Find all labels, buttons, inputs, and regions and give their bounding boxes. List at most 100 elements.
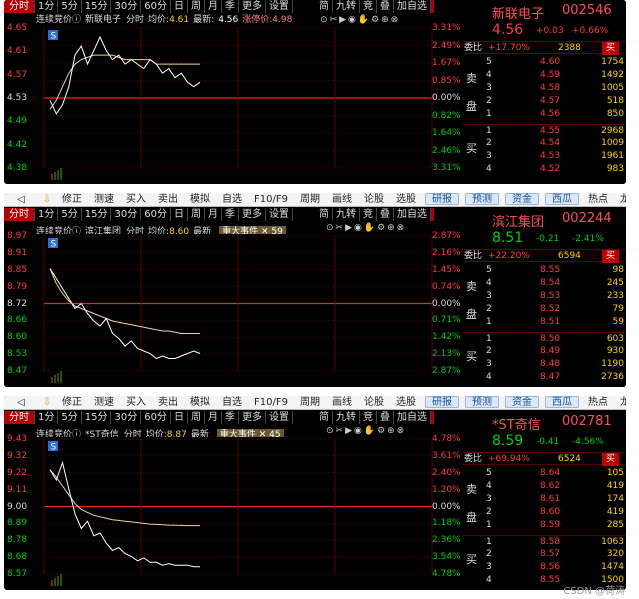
quote-title: 新联电子 002546 — [462, 0, 626, 22]
bid-side-char: 买 — [466, 142, 477, 155]
bid-level: 4 — [486, 164, 492, 174]
toolbar-item[interactable]: 资金 — [504, 396, 539, 408]
bid-price: 4.54 — [540, 138, 561, 148]
ask-side-char: 卖 — [466, 483, 477, 496]
bid-row[interactable]: 4 4.52 983 — [462, 163, 626, 176]
ask-row[interactable]: 2 4.57 518 — [462, 95, 626, 108]
ask-price: 8.60 — [540, 507, 561, 517]
ask-volume: 1005 — [601, 83, 624, 93]
bid-price: 8.55 — [540, 575, 561, 585]
bid-row[interactable]: 1 8.50 603 — [462, 332, 626, 345]
y-axis-percent-label: 3.61% — [432, 450, 461, 461]
y-axis-percent-label: 0.82% — [432, 110, 461, 121]
ask-row[interactable]: 3 8.61 174 — [462, 493, 626, 506]
bid-row[interactable]: 2 8.49 930 — [462, 345, 626, 358]
bid-row[interactable]: 3 8.56 1474 — [462, 561, 626, 574]
quote-stock-name: 新联电子 — [492, 7, 545, 22]
ask-level: 1 — [486, 317, 492, 327]
ask-row[interactable]: 1 8.51 59 — [462, 316, 626, 329]
y-axis-percent-label: 2.87% — [432, 231, 461, 241]
buy-button[interactable]: 买 — [602, 42, 620, 55]
bid-price: 4.52 — [540, 164, 561, 174]
toolbar-item[interactable]: 龙虎 — [614, 193, 626, 206]
bid-side-label: 买 — [466, 350, 480, 363]
bid-row[interactable]: 1 4.55 2968 — [462, 124, 626, 137]
price-change: -0.41 — [536, 437, 560, 447]
bid-row[interactable]: 3 8.48 1190 — [462, 358, 626, 371]
bid-price: 8.57 — [540, 549, 561, 559]
ask-price: 8.52 — [540, 304, 561, 314]
bid-row[interactable]: 2 4.54 1009 — [462, 137, 626, 150]
webi-label: 委比 — [464, 251, 483, 261]
bid-level: 3 — [486, 151, 492, 161]
ask-level: 2 — [486, 507, 492, 517]
y-axis-percent-label: 2.40% — [432, 467, 461, 478]
bid-row[interactable]: 2 8.57 320 — [462, 548, 626, 561]
ask-level: 1 — [486, 520, 492, 530]
ask-volume: 105 — [606, 468, 624, 478]
quote-title: 滨江集团 002244 — [462, 208, 626, 230]
y-axis-price-label: 8.91 — [7, 247, 28, 258]
bid-row[interactable]: 4 8.47 2736 — [462, 371, 626, 384]
ask-row[interactable]: 3 8.53 233 — [462, 290, 626, 303]
bid-volume: 1009 — [601, 138, 624, 148]
bid-row[interactable]: 1 8.58 1063 — [462, 535, 626, 548]
y-axis-price-label: 4.57 — [7, 69, 28, 80]
y-axis-percent-label: 1.42% — [432, 332, 461, 343]
bid-level: 2 — [486, 138, 492, 148]
y-axis-price-label: 8.57 — [7, 569, 28, 579]
ask-row[interactable]: 4 4.59 1492 — [462, 69, 626, 82]
y-axis-price-label: 8.97 — [7, 231, 28, 241]
toolbar-item[interactable]: 热点 — [582, 396, 614, 409]
ask-side-label: 盘 — [466, 511, 480, 524]
bid-level: 3 — [486, 359, 492, 369]
ask-row[interactable]: 2 8.52 79 — [462, 303, 626, 316]
price-line — [49, 35, 201, 115]
ask-row[interactable]: 1 8.59 285 — [462, 519, 626, 532]
y-axis-price-label: 8.79 — [7, 281, 28, 292]
ask-row[interactable]: 3 4.58 1005 — [462, 82, 626, 95]
toolbar-item[interactable]: 西瓜 — [544, 193, 579, 205]
ask-row[interactable]: 1 4.56 850 — [462, 108, 626, 121]
y-axis-price-label: 8.66 — [7, 315, 28, 326]
bid-price: 8.56 — [540, 562, 561, 572]
y-axis-price-label: 4.38 — [7, 163, 28, 173]
toolbar-item[interactable]: 预测 — [464, 396, 499, 408]
y-axis-price-label: 4.61 — [7, 46, 28, 57]
webi-row: 委比 +69.94% 6524 买 — [462, 452, 626, 466]
toolbar-item[interactable]: 资金 — [504, 193, 539, 205]
buy-button[interactable]: 买 — [602, 250, 620, 263]
y-axis-percent-label: 1.45% — [432, 264, 461, 275]
y-axis-percent-label: 2.36% — [432, 535, 461, 546]
buy-button[interactable]: 买 — [602, 453, 620, 466]
y-axis-percent-label: 0.74% — [432, 281, 461, 292]
intraday-chart[interactable]: S — [4, 193, 462, 387]
y-axis-percent-label: 2.46% — [432, 145, 461, 156]
y-axis-percent-label: 1.64% — [432, 128, 461, 138]
ask-level: 2 — [486, 96, 492, 106]
ask-row[interactable]: 4 8.62 419 — [462, 480, 626, 493]
intraday-chart[interactable]: S — [4, 396, 462, 590]
ask-row[interactable]: 4 8.54 245 — [462, 277, 626, 290]
quote-panel: 滨江集团 002244 8.51 -0.21 -2.41% 委比 +22.20% 6594 买 5… — [462, 208, 626, 387]
ask-row[interactable]: 5 8.64 105 — [462, 467, 626, 480]
quote-price-row: 4.56 +0.03 +0.66% — [462, 22, 626, 40]
toolbar-item[interactable]: 预测 — [464, 193, 499, 205]
bid-row[interactable]: 3 4.53 1961 — [462, 150, 626, 163]
ask-level: 5 — [486, 57, 492, 67]
y-axis-percent-label: 3.31% — [432, 23, 461, 33]
toolbar-item[interactable]: 热点 — [582, 193, 614, 206]
toolbar-item[interactable]: 龙虎 — [614, 396, 626, 409]
bid-level: 2 — [486, 346, 492, 356]
ask-row[interactable]: 5 8.55 98 — [462, 264, 626, 277]
signal-s-icon: S — [51, 32, 57, 42]
ask-price: 8.54 — [540, 278, 561, 288]
toolbar-item[interactable]: 西瓜 — [544, 396, 579, 408]
intraday-chart[interactable]: S — [4, 0, 462, 184]
ask-row[interactable]: 5 4.60 1754 — [462, 56, 626, 69]
ask-level: 2 — [486, 304, 492, 314]
avg-price-line — [49, 469, 200, 527]
bid-level: 3 — [486, 562, 492, 572]
y-axis-price-label: 4.53 — [7, 93, 28, 103]
ask-row[interactable]: 2 8.60 419 — [462, 506, 626, 519]
